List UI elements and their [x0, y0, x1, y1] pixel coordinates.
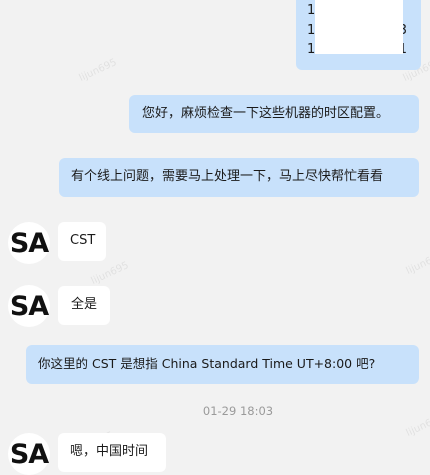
- redacted-message-bubble[interactable]: 1 1 1 3 1: [296, 0, 421, 70]
- watermark: lijun695: [89, 260, 131, 287]
- avatar[interactable]: SA: [8, 222, 50, 264]
- avatar[interactable]: SA: [8, 285, 50, 327]
- my-message-bubble[interactable]: 有个线上问题，需要马上处理一下，马上尽快帮忙看看: [59, 158, 419, 197]
- their-message-bubble[interactable]: 全是: [58, 286, 110, 325]
- watermark: lijun695: [77, 57, 119, 84]
- message-text: 有个线上问题，需要马上处理一下，马上尽快帮忙看看: [71, 169, 384, 184]
- redaction-mask: [315, 0, 403, 54]
- avatar[interactable]: SA: [8, 433, 50, 475]
- message-text: 您好，麻烦检查一下这些机器的时区配置。: [142, 106, 390, 121]
- message-text: CST: [70, 233, 96, 248]
- their-message-bubble[interactable]: CST: [58, 222, 106, 261]
- chat-window: lijun695 lijun695 lijun695 lijun695 liju…: [0, 0, 430, 475]
- my-message-bubble[interactable]: 您好，麻烦检查一下这些机器的时区配置。: [129, 95, 419, 133]
- their-message-bubble[interactable]: 嗯，中国时间: [58, 433, 166, 472]
- message-timestamp: 01-29 18:03: [202, 404, 274, 418]
- my-message-bubble[interactable]: 你这里的 CST 是想指 China Standard Time UT+8:00…: [26, 345, 419, 384]
- message-text: 嗯，中国时间: [70, 444, 149, 459]
- watermark: lijun695: [404, 250, 430, 277]
- message-text: 全是: [71, 297, 98, 312]
- message-text: 你这里的 CST 是想指 China Standard Time UT+8:00…: [38, 356, 376, 371]
